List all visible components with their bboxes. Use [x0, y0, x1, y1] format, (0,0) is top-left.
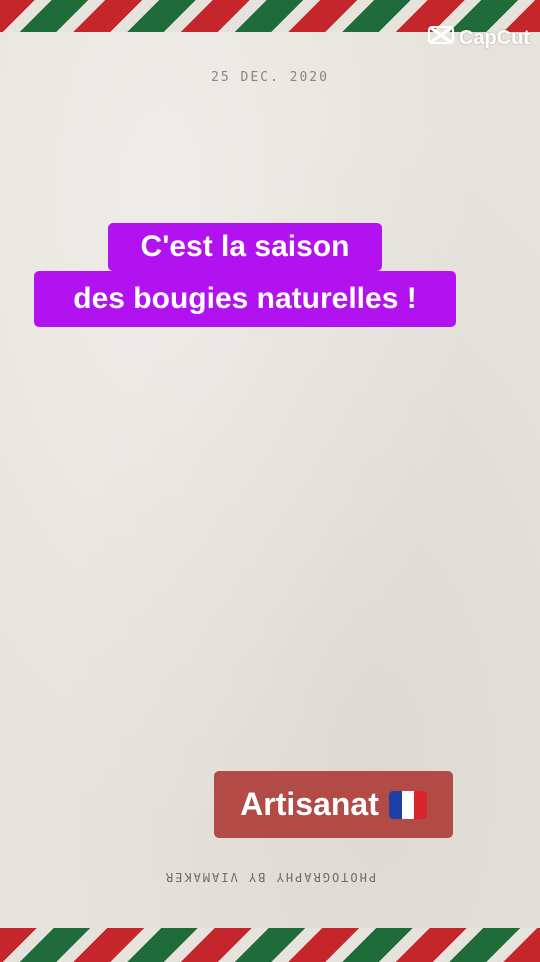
artisanat-tag: Artisanat	[214, 771, 453, 838]
capcut-watermark: CapCut	[427, 24, 530, 52]
france-flag-icon	[388, 790, 427, 819]
bottom-border-stripes	[0, 928, 540, 962]
capcut-logo-icon	[427, 24, 454, 52]
tag-label: Artisanat	[240, 786, 379, 822]
card-date: 25 DEC. 2020	[211, 70, 329, 85]
caption-line-1: C'est la saison	[108, 223, 382, 271]
watermark-text: CapCut	[458, 26, 530, 49]
caption-line-2: des bougies naturelles !	[34, 271, 456, 327]
photo-credit: PHOTOGRAPHY BY VIAMAKER	[163, 870, 377, 884]
